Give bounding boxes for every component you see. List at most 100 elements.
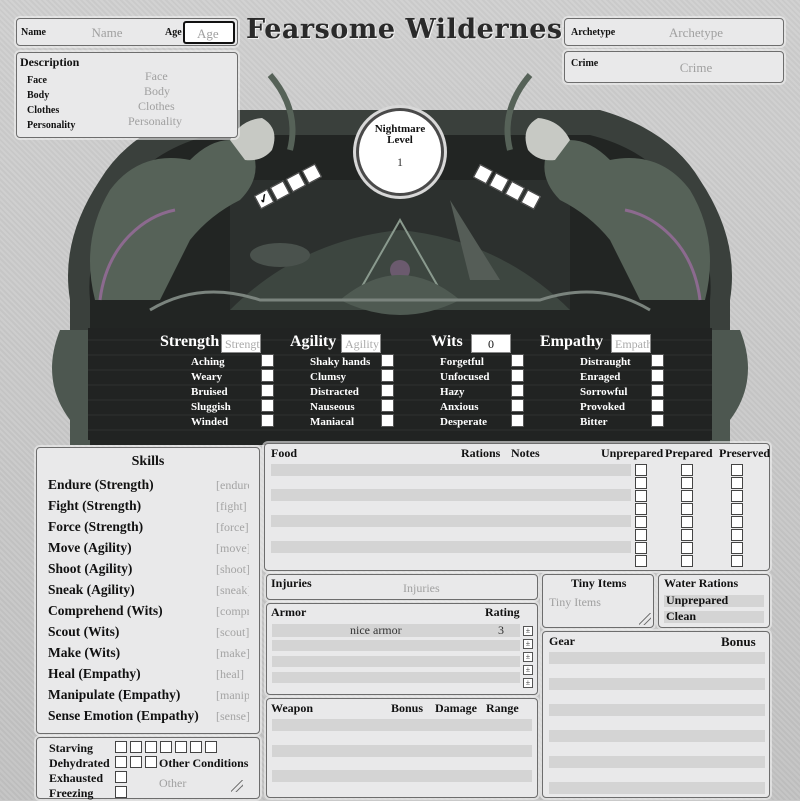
skill-field[interactable]: [scout] bbox=[216, 625, 249, 640]
archetype-field[interactable]: Archetype bbox=[661, 25, 731, 41]
resize-handle-icon[interactable] bbox=[231, 780, 243, 792]
dehydrated-checkbox[interactable] bbox=[130, 756, 142, 768]
exhausted-checkbox[interactable] bbox=[115, 771, 127, 783]
unprepared-checkbox[interactable] bbox=[635, 542, 647, 554]
condition-checkbox[interactable] bbox=[381, 354, 394, 367]
nightmare-level[interactable]: Nightmare Level 1 bbox=[356, 108, 444, 196]
food-row[interactable] bbox=[271, 541, 631, 553]
condition-checkbox[interactable] bbox=[511, 399, 524, 412]
food-row[interactable] bbox=[271, 489, 631, 501]
skill-field[interactable]: [endure] bbox=[216, 478, 249, 493]
preserved-checkbox[interactable] bbox=[731, 542, 743, 554]
empathy-field[interactable]: Empathy bbox=[611, 334, 651, 353]
condition-checkbox[interactable] bbox=[261, 369, 274, 382]
gear-row[interactable] bbox=[549, 704, 765, 716]
skill-field[interactable]: [force] bbox=[216, 520, 249, 535]
unprepared-checkbox[interactable] bbox=[635, 490, 647, 502]
rating-stepper-icon[interactable]: ± bbox=[523, 652, 533, 662]
wits-field[interactable]: 0 bbox=[471, 334, 511, 353]
starving-checkbox[interactable] bbox=[145, 741, 157, 753]
prepared-checkbox[interactable] bbox=[681, 529, 693, 541]
agility-field[interactable]: Agility bbox=[341, 334, 381, 353]
unprepared-checkbox[interactable] bbox=[635, 503, 647, 515]
gear-row[interactable] bbox=[549, 730, 765, 742]
condition-checkbox[interactable] bbox=[511, 384, 524, 397]
condition-checkbox[interactable] bbox=[651, 354, 664, 367]
food-row[interactable] bbox=[271, 464, 631, 476]
prepared-checkbox[interactable] bbox=[681, 516, 693, 528]
armor-row[interactable] bbox=[272, 672, 520, 683]
armor-row[interactable] bbox=[272, 640, 520, 651]
condition-checkbox[interactable] bbox=[651, 384, 664, 397]
starving-checkbox[interactable] bbox=[130, 741, 142, 753]
armor-row[interactable] bbox=[272, 656, 520, 667]
rating-stepper-icon[interactable]: ± bbox=[523, 678, 533, 688]
condition-checkbox[interactable] bbox=[261, 399, 274, 412]
body-field[interactable]: Body bbox=[144, 84, 170, 99]
condition-checkbox[interactable] bbox=[261, 354, 274, 367]
water-unprepared-row[interactable]: Unprepared bbox=[664, 593, 764, 607]
food-row[interactable] bbox=[271, 515, 631, 527]
prepared-checkbox[interactable] bbox=[681, 464, 693, 476]
rating-stepper-icon[interactable]: ± bbox=[523, 626, 533, 636]
preserved-checkbox[interactable] bbox=[731, 503, 743, 515]
starving-checkbox[interactable] bbox=[160, 741, 172, 753]
dehydrated-checkbox[interactable] bbox=[145, 756, 157, 768]
condition-checkbox[interactable] bbox=[651, 369, 664, 382]
unprepared-checkbox[interactable] bbox=[635, 477, 647, 489]
age-field[interactable]: Age bbox=[183, 21, 235, 44]
weapon-row[interactable] bbox=[272, 770, 532, 782]
starving-checkbox[interactable] bbox=[115, 741, 127, 753]
gear-row[interactable] bbox=[549, 756, 765, 768]
clothes-field[interactable]: Clothes bbox=[138, 99, 175, 114]
condition-checkbox[interactable] bbox=[511, 414, 524, 427]
strength-field[interactable]: Strength bbox=[221, 334, 261, 353]
injuries-field[interactable]: Injuries bbox=[403, 581, 440, 596]
dehydrated-checkbox[interactable] bbox=[115, 756, 127, 768]
skill-field[interactable]: [sense] bbox=[216, 709, 249, 724]
unprepared-checkbox[interactable] bbox=[635, 516, 647, 528]
prepared-checkbox[interactable] bbox=[681, 555, 693, 567]
preserved-checkbox[interactable] bbox=[731, 555, 743, 567]
gear-row[interactable] bbox=[549, 678, 765, 690]
prepared-checkbox[interactable] bbox=[681, 542, 693, 554]
name-field[interactable]: Name bbox=[67, 25, 147, 41]
armor-row[interactable]: nice armor 3 bbox=[272, 623, 520, 637]
condition-checkbox[interactable] bbox=[261, 414, 274, 427]
resize-handle-icon[interactable] bbox=[639, 613, 651, 625]
tiny-items-field[interactable]: Tiny Items bbox=[549, 595, 601, 610]
freezing-checkbox[interactable] bbox=[115, 786, 127, 798]
condition-checkbox[interactable] bbox=[511, 369, 524, 382]
preserved-checkbox[interactable] bbox=[731, 529, 743, 541]
unprepared-checkbox[interactable] bbox=[635, 464, 647, 476]
rating-stepper-icon[interactable]: ± bbox=[523, 665, 533, 675]
preserved-checkbox[interactable] bbox=[731, 477, 743, 489]
unprepared-checkbox[interactable] bbox=[635, 529, 647, 541]
starving-checkbox[interactable] bbox=[205, 741, 217, 753]
starving-checkbox[interactable] bbox=[190, 741, 202, 753]
condition-checkbox[interactable] bbox=[381, 369, 394, 382]
water-clean-row[interactable]: Clean bbox=[664, 609, 764, 623]
skill-field[interactable]: [sneak] bbox=[216, 583, 249, 598]
preserved-checkbox[interactable] bbox=[731, 516, 743, 528]
condition-checkbox[interactable] bbox=[381, 414, 394, 427]
prepared-checkbox[interactable] bbox=[681, 503, 693, 515]
prepared-checkbox[interactable] bbox=[681, 477, 693, 489]
condition-checkbox[interactable] bbox=[381, 399, 394, 412]
gear-row[interactable] bbox=[549, 782, 765, 794]
face-field[interactable]: Face bbox=[145, 69, 168, 84]
skill-field[interactable]: [fight] bbox=[216, 499, 249, 514]
skill-field[interactable]: [move] bbox=[216, 541, 249, 556]
crime-field[interactable]: Crime bbox=[661, 60, 731, 76]
gear-row[interactable] bbox=[549, 652, 765, 664]
prepared-checkbox[interactable] bbox=[681, 490, 693, 502]
condition-checkbox[interactable] bbox=[381, 384, 394, 397]
weapon-row[interactable] bbox=[272, 745, 532, 757]
condition-checkbox[interactable] bbox=[511, 354, 524, 367]
weapon-row[interactable] bbox=[272, 719, 532, 731]
other-conditions-field[interactable]: Other bbox=[159, 776, 186, 791]
preserved-checkbox[interactable] bbox=[731, 490, 743, 502]
unprepared-checkbox[interactable] bbox=[635, 555, 647, 567]
starving-checkbox[interactable] bbox=[175, 741, 187, 753]
skill-field[interactable]: [comprehend] bbox=[216, 604, 249, 619]
